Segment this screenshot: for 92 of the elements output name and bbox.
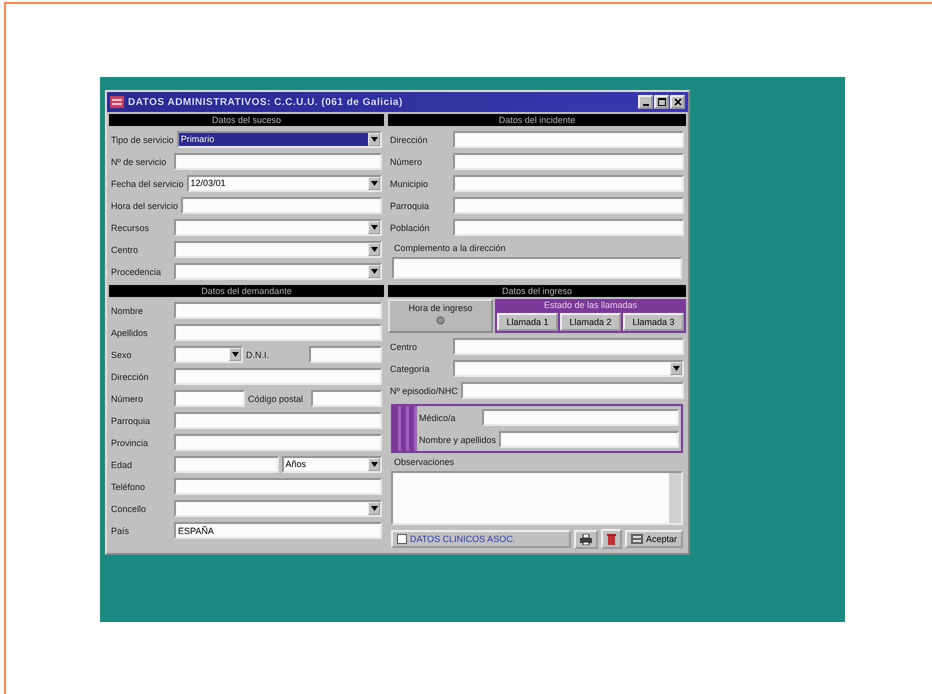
- text-field[interactable]: [311, 390, 382, 407]
- notes-area[interactable]: [391, 471, 683, 525]
- close-button[interactable]: [670, 95, 685, 109]
- field-label: Apellidos: [111, 328, 149, 338]
- window-title: DATOS ADMINISTRATIVOS: C.C.U.U. (061 de Galicia): [128, 96, 404, 108]
- text-field[interactable]: [174, 324, 382, 341]
- call-button[interactable]: Llamada 3: [623, 313, 684, 331]
- dropdown-field[interactable]: [174, 263, 382, 280]
- text-field[interactable]: [453, 153, 684, 170]
- dropdown-field[interactable]: [174, 500, 382, 517]
- print-button[interactable]: [574, 530, 598, 548]
- maximize-button[interactable]: [654, 95, 669, 109]
- close-icon: [674, 98, 682, 106]
- text-field[interactable]: [174, 456, 278, 473]
- printer-icon: [580, 534, 592, 544]
- field-label: Tipo de servicio: [111, 134, 174, 144]
- field-label: Nombre: [111, 306, 144, 316]
- app-icon: [110, 96, 124, 108]
- text-field[interactable]: [174, 153, 382, 170]
- field-label: Municipio: [390, 178, 430, 188]
- text-field[interactable]: [174, 390, 245, 407]
- maximize-icon: [658, 98, 666, 106]
- dropdown-field[interactable]: Primario: [176, 131, 382, 148]
- delete-button[interactable]: [600, 529, 622, 549]
- field-label: Observaciones: [393, 456, 456, 469]
- text-field[interactable]: [482, 409, 679, 426]
- field-label: Hora del servicio: [111, 200, 178, 210]
- text-field[interactable]: [181, 197, 382, 214]
- dropdown-field[interactable]: 12/03/01: [186, 175, 382, 192]
- dropdown-field[interactable]: Años: [282, 456, 382, 473]
- field-label: Número: [111, 394, 144, 404]
- text-field[interactable]: [392, 257, 682, 279]
- field-label: D.N.I.: [246, 350, 270, 360]
- section-heading: Datos del ingreso: [388, 285, 686, 297]
- dropdown-field[interactable]: [174, 241, 382, 258]
- text-field[interactable]: [499, 431, 679, 448]
- field-label: Número: [390, 156, 424, 166]
- field-label: Parroquia: [111, 416, 152, 426]
- text-field[interactable]: [174, 412, 382, 429]
- text-field[interactable]: [453, 175, 684, 192]
- field-label: Teléfono: [111, 482, 146, 492]
- text-field[interactable]: [174, 302, 382, 319]
- scrollbar[interactable]: [669, 473, 681, 523]
- field-label: Dirección: [390, 134, 429, 144]
- text-field[interactable]: [453, 219, 684, 236]
- field-label: Médico/a: [419, 412, 457, 422]
- text-field[interactable]: ESPAÑA: [174, 522, 382, 539]
- text-field[interactable]: [174, 478, 382, 495]
- field-label: Categoría: [390, 364, 431, 374]
- accept-button[interactable]: Aceptar: [624, 530, 683, 548]
- field-label: Nº de servicio: [111, 156, 168, 166]
- field-label: Centro: [111, 244, 140, 254]
- calls-heading: Estado de las llamadas: [495, 299, 686, 311]
- dropdown-field[interactable]: [174, 219, 382, 236]
- section-heading: Datos del demandante: [109, 285, 384, 297]
- text-field[interactable]: [453, 338, 684, 355]
- section-heading: Datos del suceso: [109, 114, 384, 126]
- trash-icon: [606, 533, 616, 545]
- field-label: Nombre y apellidos: [419, 434, 496, 444]
- text-field[interactable]: [174, 368, 382, 385]
- field-label: Concello: [111, 504, 148, 514]
- clinical-data-button[interactable]: DATOS CLINICOS ASOC.: [391, 530, 571, 548]
- text-field[interactable]: [174, 434, 382, 451]
- field-label: Hora de ingreso: [408, 303, 473, 313]
- field-label: Procedencia: [111, 266, 162, 276]
- field-label: Edad: [111, 460, 134, 470]
- call-button[interactable]: Llamada 1: [497, 313, 558, 331]
- field-label: Centro: [390, 342, 418, 352]
- field-label: Población: [390, 222, 431, 232]
- field-label: Parroquia: [390, 200, 430, 210]
- text-field[interactable]: [460, 382, 684, 399]
- dropdown-field[interactable]: [453, 360, 684, 377]
- field-label: Recursos: [111, 222, 150, 232]
- document-icon: [630, 534, 643, 544]
- field-label: Sexo: [111, 350, 133, 360]
- field-label: Fecha del servicio: [111, 178, 184, 188]
- field-label: Provincia: [111, 438, 150, 448]
- checkbox[interactable]: [397, 534, 407, 544]
- text-field[interactable]: [309, 346, 382, 363]
- radio-icon: [436, 316, 445, 325]
- field-label: Complemento a la dirección: [393, 242, 507, 255]
- field-label: Dirección: [111, 372, 150, 382]
- text-field[interactable]: [453, 131, 684, 148]
- dropdown-field[interactable]: [174, 346, 243, 363]
- text-field[interactable]: [453, 197, 684, 214]
- section-heading: Datos del incidente: [388, 114, 686, 126]
- field-label: País: [111, 526, 130, 536]
- call-button[interactable]: Llamada 2: [560, 313, 621, 331]
- field-label: Código postal: [248, 394, 304, 404]
- group-strip: [393, 406, 417, 451]
- field-label: Nº episodio/NHC: [390, 386, 458, 396]
- minimize-button[interactable]: [638, 95, 653, 109]
